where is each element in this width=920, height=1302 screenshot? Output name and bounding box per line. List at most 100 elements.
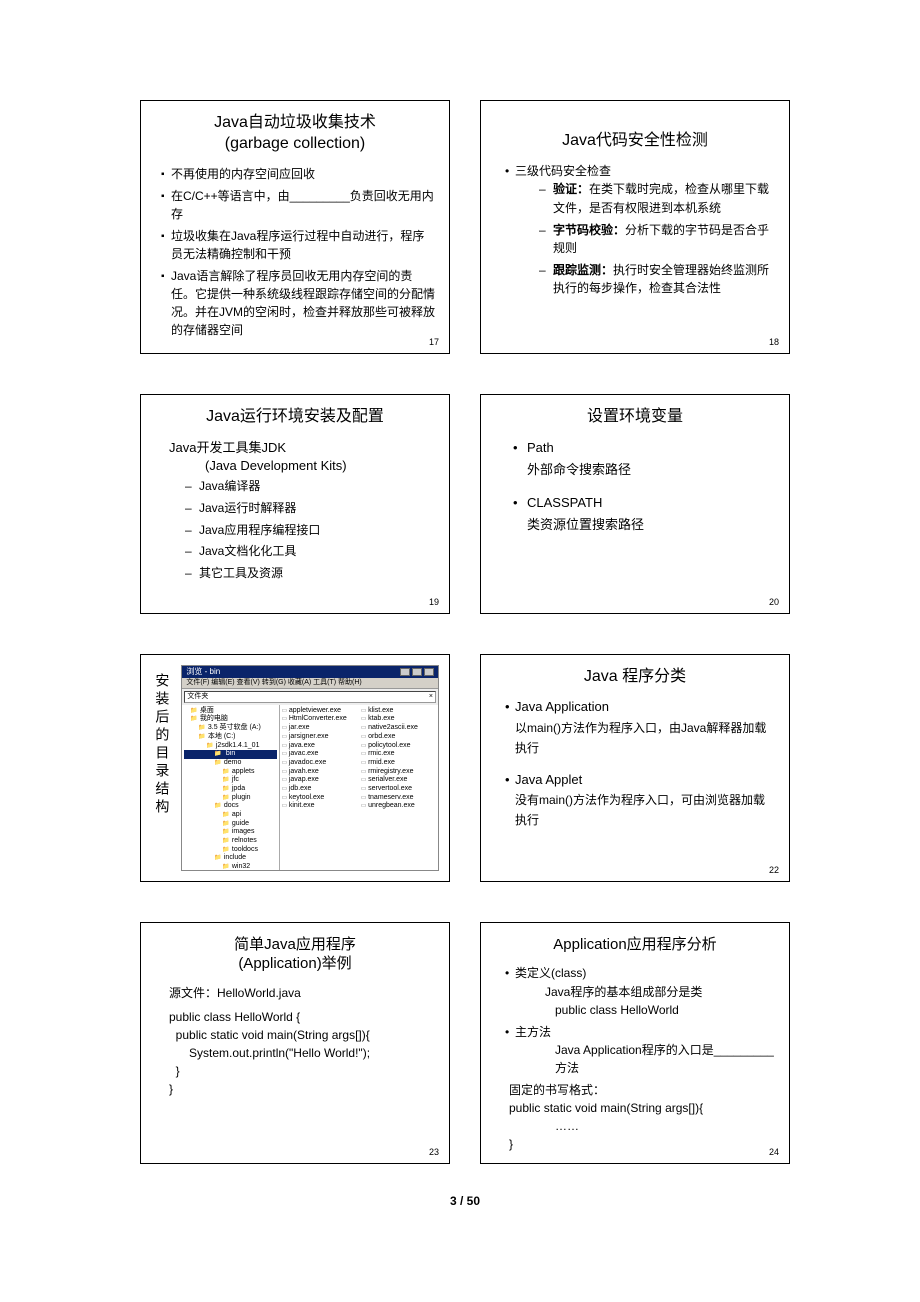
window-title: 浏览 - bin xyxy=(186,668,220,677)
tree-node: guide xyxy=(184,820,276,829)
slide-number: 18 xyxy=(769,337,779,347)
bullet-item: 垃圾收集在Java程序运行过程中自动进行，程序员无法精确控制和干预 xyxy=(161,227,435,263)
file-item: rmid.exe xyxy=(361,759,436,768)
tree-node: tooldocs xyxy=(184,846,276,855)
file-item: policytool.exe xyxy=(361,742,436,751)
slide-17: Java自动垃圾收集技术 (garbage collection) 不再使用的内… xyxy=(140,100,450,354)
close-panel-icon: × xyxy=(429,693,433,701)
item-label: 跟踪监测： xyxy=(553,263,613,277)
section-sub: (Java Development Kits) xyxy=(205,458,435,473)
sub-line: Java Application程序的入口是_________方法 xyxy=(555,1041,775,1077)
code-line: …… xyxy=(555,1117,775,1135)
sub-list: Java编译器 Java运行时解释器 Java应用程序编程接口 Java文档化化… xyxy=(185,477,435,582)
bullet-item: 在C/C++等语言中，由_________负责回收无用内存 xyxy=(161,187,435,223)
file-item: rmiregistry.exe xyxy=(361,768,436,777)
item-head: CLASSPATH xyxy=(527,495,602,510)
explorer-body: 桌面我的电脑3.5 英寸软盘 (A:)本地 (C:)j2sdk1.4.1_01b… xyxy=(182,705,438,870)
tree-node: api xyxy=(184,811,276,820)
sub-list: 验证：在类下载时完成，检查从哪里下载文件，是否有权限进到本机系统 字节码校验：分… xyxy=(539,180,775,298)
slide-22: Java 程序分类 Java Application 以main()方法作为程序… xyxy=(480,654,790,882)
file-item: javadoc.exe xyxy=(282,759,357,768)
sub-item: 验证：在类下载时完成，检查从哪里下载文件，是否有权限进到本机系统 xyxy=(539,180,775,217)
explorer-window-mock: 浏览 - bin 文件(F) 编辑(E) 查看(V) 转到(G) 收藏(A) 工… xyxy=(181,665,439,871)
vertical-title: 安装后的目录结构 xyxy=(151,665,173,817)
file-item: appletviewer.exe xyxy=(282,707,357,716)
bullet-item: Java Application 以main()方法作为程序入口，由Java解释… xyxy=(505,697,775,757)
slide-body: 安装后的目录结构 浏览 - bin 文件(F) 编辑(E) 查看(V) 转到(G… xyxy=(151,665,439,871)
sub-item: 其它工具及资源 xyxy=(185,564,435,583)
bullet-list: Path 外部命令搜索路径 CLASSPATH 类资源位置搜索路径 xyxy=(513,437,775,535)
sub-item: Java编译器 xyxy=(185,477,435,496)
slides-grid: Java自动垃圾收集技术 (garbage collection) 不再使用的内… xyxy=(140,100,790,1164)
tree-node: applets xyxy=(184,768,276,777)
slide-23: 简单Java应用程序 (Application)举例 源文件：HelloWorl… xyxy=(140,922,450,1165)
item-sub: 以main()方法作为程序入口，由Java解释器加载执行 xyxy=(515,721,766,755)
slide-number: 19 xyxy=(429,597,439,607)
title-line1: Java自动垃圾收集技术 xyxy=(214,114,376,131)
item-head: 主方法 xyxy=(515,1025,551,1039)
tree-node: plugin xyxy=(184,794,276,803)
file-item: kinit.exe xyxy=(282,802,357,811)
file-item: tnameserv.exe xyxy=(361,794,436,803)
file-item: javap.exe xyxy=(282,776,357,785)
slide-21: 安装后的目录结构 浏览 - bin 文件(F) 编辑(E) 查看(V) 转到(G… xyxy=(140,654,450,882)
code-block: public class HelloWorld { public static … xyxy=(169,1008,435,1098)
window-menu: 文件(F) 编辑(E) 查看(V) 转到(G) 收藏(A) 工具(T) 帮助(H… xyxy=(182,678,438,689)
slide-19: Java运行环境安装及配置 Java开发工具集JDK (Java Develop… xyxy=(140,394,450,614)
file-item: keytool.exe xyxy=(282,794,357,803)
slide-number: 23 xyxy=(429,1147,439,1157)
item-label: 字节码校验： xyxy=(553,223,625,237)
bullet-list: Java Application 以main()方法作为程序入口，由Java解释… xyxy=(505,697,775,830)
sub-line: Java程序的基本组成部分是类 xyxy=(545,983,775,1001)
file-item: native2ascii.exe xyxy=(361,724,436,733)
tree-node: include xyxy=(184,854,276,863)
slide-number: 20 xyxy=(769,597,779,607)
tree-node: bin xyxy=(184,750,276,759)
file-item: java.exe xyxy=(282,742,357,751)
list-text: 三级代码安全检查 xyxy=(515,164,611,178)
bullet-item: Java Applet 没有main()方法作为程序入口，可由浏览器加载执行 xyxy=(505,770,775,830)
tree-node: 本地 (C:) xyxy=(184,733,276,742)
code-line: } xyxy=(509,1135,775,1153)
file-item: jar.exe xyxy=(282,724,357,733)
item-head: Java Application xyxy=(515,699,609,714)
bullet-item: CLASSPATH 类资源位置搜索路径 xyxy=(513,492,775,536)
file-item: klist.exe xyxy=(361,707,436,716)
slide-title: Java代码安全性检测 xyxy=(495,131,775,152)
slide-24: Application应用程序分析 类定义(class) Java程序的基本组成… xyxy=(480,922,790,1165)
slide-18: Java代码安全性检测 三级代码安全检查 验证：在类下载时完成，检查从哪里下载文… xyxy=(480,100,790,354)
slide-20: 设置环境变量 Path 外部命令搜索路径 CLASSPATH 类资源位置搜索路径… xyxy=(480,394,790,614)
tree-node: j2sdk1.4.1_01 xyxy=(184,742,276,751)
tree-node: 我的电脑 xyxy=(184,715,276,724)
item-head: Path xyxy=(527,440,554,455)
file-item: unregbean.exe xyxy=(361,802,436,811)
file-list: appletviewer.exeHtmlConverter.exejar.exe… xyxy=(280,705,438,870)
bullet-item: Java语言解除了程序员回收无用内存空间的责任。它提供一种系统级线程跟踪存储空间… xyxy=(161,267,435,339)
file-item: rmic.exe xyxy=(361,750,436,759)
item-label: 验证： xyxy=(553,182,589,196)
page: Java自动垃圾收集技术 (garbage collection) 不再使用的内… xyxy=(0,0,920,1248)
bullet-item: 不再使用的内存空间应回收 xyxy=(161,165,435,183)
title-line2: (Application)举例 xyxy=(238,955,351,972)
bullet-list: 类定义(class) Java程序的基本组成部分是类 public class … xyxy=(505,964,775,1077)
item-head: 类定义(class) xyxy=(515,966,586,980)
max-icon xyxy=(412,668,422,676)
slide-number: 22 xyxy=(769,865,779,875)
source-file-label: 源文件：HelloWorld.java xyxy=(169,984,435,1002)
close-icon xyxy=(424,668,434,676)
tree-node: images xyxy=(184,828,276,837)
tree-node: 3.5 英寸软盘 (A:) xyxy=(184,724,276,733)
tree-node: jfc xyxy=(184,776,276,785)
sub-item: Java文档化化工具 xyxy=(185,542,435,561)
tree-node: demo xyxy=(184,759,276,768)
window-buttons xyxy=(400,668,434,677)
slide-number: 17 xyxy=(429,337,439,347)
tree-node: docs xyxy=(184,802,276,811)
slide-title: 简单Java应用程序 (Application)举例 xyxy=(155,935,435,974)
slide-number: 24 xyxy=(769,1147,779,1157)
file-item: ktab.exe xyxy=(361,715,436,724)
format-label: 固定的书写格式： xyxy=(509,1081,775,1099)
address-bar: 文件夹 × xyxy=(184,691,436,703)
item-sub: 类资源位置搜索路径 xyxy=(527,517,644,532)
file-item: serialver.exe xyxy=(361,776,436,785)
